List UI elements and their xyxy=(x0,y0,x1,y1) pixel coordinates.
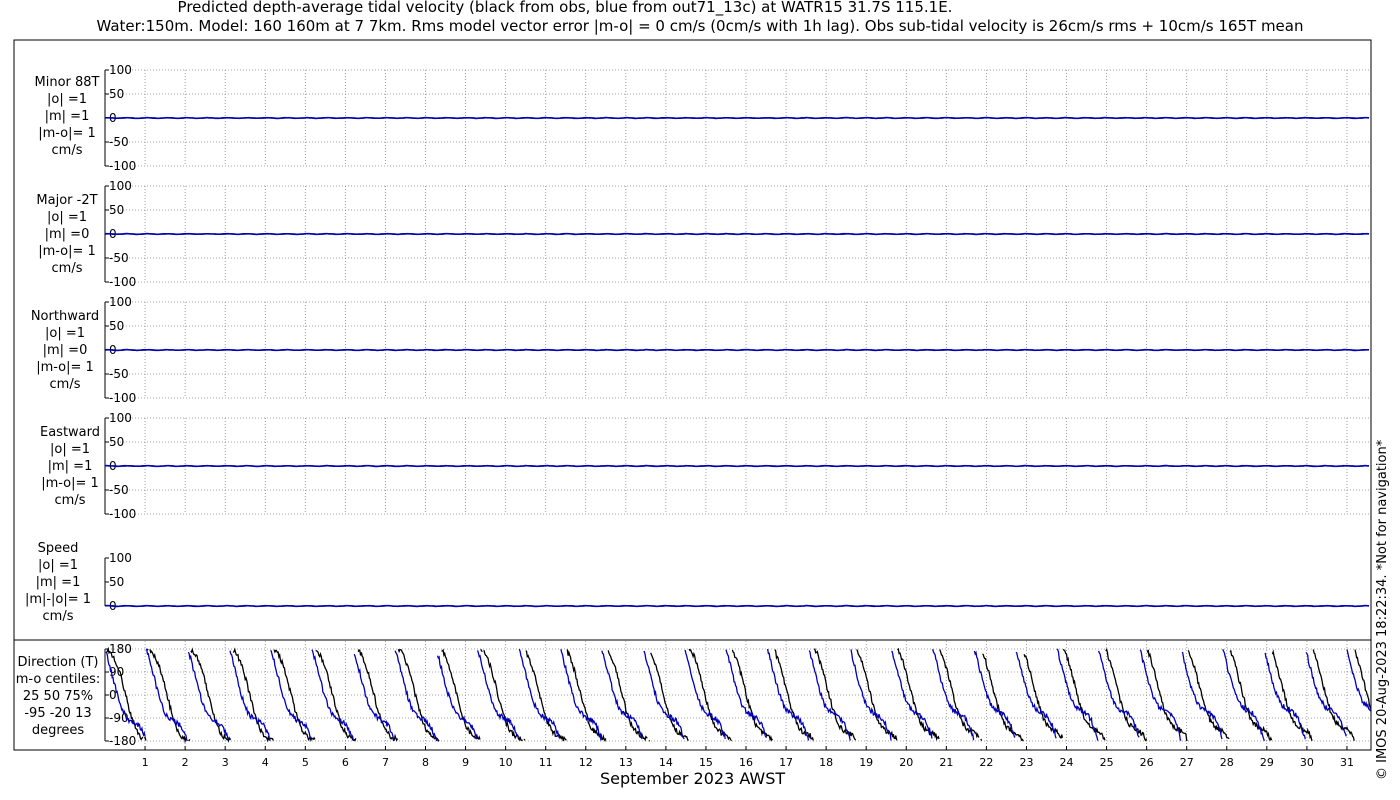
series-model-line xyxy=(104,464,1370,468)
x-tick-label: 4 xyxy=(262,756,269,769)
panel-label-line: |o| =1 xyxy=(49,442,90,457)
series-model-line xyxy=(104,604,1370,608)
x-tick-label: 23 xyxy=(1019,756,1033,769)
panel-label-line: cm/s xyxy=(49,377,81,392)
x-axis-label: September 2023 AWST xyxy=(600,769,786,788)
panel-label-line: |m-o|= 1 xyxy=(38,126,96,141)
outer-frame xyxy=(13,39,1372,751)
x-tick-label: 24 xyxy=(1060,756,1074,769)
panel-label-line: Major -2T xyxy=(36,193,98,208)
x-tick-label: 2 xyxy=(182,756,189,769)
chart-svg: 100500-50-100100500-50-100100500-50-1001… xyxy=(13,39,1372,769)
x-tick-label: 3 xyxy=(222,756,229,769)
series-obs-direction xyxy=(523,738,526,741)
panel-label-line: |o| =1 xyxy=(44,326,85,341)
panel-label-line: |m| =0 xyxy=(44,227,90,242)
panel-label-line: |m| =1 xyxy=(44,109,90,124)
panel-label-line: Minor 88T xyxy=(34,75,100,90)
series-obs-direction xyxy=(1312,649,1355,741)
y-tick-label: 100 xyxy=(109,411,132,425)
panel-label: Major -2T |o| =1 |m| =0 |m-o|= 1 cm/s xyxy=(7,192,127,277)
x-tick-label: 9 xyxy=(462,756,469,769)
panel-label-line: |m-o|= 1 xyxy=(41,476,99,491)
x-tick-label: 16 xyxy=(739,756,753,769)
panel-label: Direction (T) m-o centiles: 25 50 75% -95 -… xyxy=(0,654,118,739)
panel-label-line: cm/s xyxy=(54,493,86,508)
series-obs-direction xyxy=(315,649,357,742)
panel-label-line: Direction (T) xyxy=(17,655,99,670)
series-model-direction xyxy=(476,650,520,738)
x-tick-label: 17 xyxy=(779,756,793,769)
series-obs-direction xyxy=(480,649,483,653)
x-tick-label: 26 xyxy=(1140,756,1154,769)
series-obs-direction xyxy=(1354,649,1372,710)
x-tick-label: 12 xyxy=(579,756,593,769)
series-obs-direction xyxy=(980,738,983,741)
y-tick-label: -100 xyxy=(109,159,136,173)
x-tick-label: 20 xyxy=(899,756,913,769)
panel-label-line: |o| =1 xyxy=(46,210,87,225)
series-model-direction xyxy=(1305,652,1347,737)
x-tick-label: 25 xyxy=(1100,756,1114,769)
series-model-direction xyxy=(353,653,395,741)
panel-label-line: Speed xyxy=(37,541,79,556)
x-tick-label: 13 xyxy=(619,756,633,769)
x-tick-label: 6 xyxy=(342,756,349,769)
series-model-direction xyxy=(1346,649,1372,712)
series-model-direction xyxy=(808,650,851,741)
panel-label-line: |m| =0 xyxy=(42,343,88,358)
panel-label-line: cm/s xyxy=(42,609,74,624)
x-tick-label: 29 xyxy=(1260,756,1274,769)
panel-label: Eastward |o| =1 |m| =1 |m-o|= 1 cm/s xyxy=(10,424,130,509)
x-tick-label: 21 xyxy=(939,756,953,769)
y-tick-label: 100 xyxy=(109,179,132,193)
x-tick-label: 27 xyxy=(1180,756,1194,769)
x-tick-label: 7 xyxy=(382,756,389,769)
x-tick-label: 28 xyxy=(1220,756,1234,769)
y-tick-label: -100 xyxy=(109,275,136,289)
x-tick-label: 14 xyxy=(659,756,673,769)
panel-label-line: degrees xyxy=(31,723,85,738)
panel-label-line: |m|-|o|= 1 xyxy=(24,592,92,607)
panel-label-line: 25 50 75% xyxy=(22,689,94,704)
panel-label-line: Northward xyxy=(30,309,100,324)
x-tick-label: 11 xyxy=(539,756,553,769)
panel-label-line: -95 -20 13 xyxy=(24,706,92,721)
panel-label-line: cm/s xyxy=(51,143,83,158)
panel-label-line: |m-o|= 1 xyxy=(38,244,96,259)
x-tick-label: 5 xyxy=(302,756,309,769)
series-obs-direction xyxy=(188,738,191,742)
panel-label: Minor 88T |o| =1 |m| =1 |m-o|= 1 cm/s xyxy=(7,74,127,159)
panel-label-line: |m| =1 xyxy=(35,575,81,590)
x-tick-label: 10 xyxy=(499,756,513,769)
y-tick-label: 100 xyxy=(109,295,132,309)
x-tick-label: 18 xyxy=(819,756,833,769)
panel-label: Northward |o| =1 |m| =0 |m-o|= 1 cm/s xyxy=(5,308,125,393)
panel-label-line: cm/s xyxy=(51,261,83,276)
series-model-line xyxy=(104,116,1370,120)
series-obs-direction xyxy=(357,648,399,742)
x-tick-label: 30 xyxy=(1300,756,1314,769)
panel-label-line: |o| =1 xyxy=(37,558,78,573)
x-tick-label: 31 xyxy=(1340,756,1354,769)
x-tick-label: 22 xyxy=(979,756,993,769)
panel-label-line: |m-o|= 1 xyxy=(36,360,94,375)
x-tick-label: 19 xyxy=(859,756,873,769)
y-tick-label: -100 xyxy=(109,391,136,405)
panel-label-line: m-o centiles: xyxy=(15,672,101,687)
panel-label-line: |o| =1 xyxy=(46,92,87,107)
x-tick-label: 1 xyxy=(142,756,149,769)
panel-label-line: |m| =1 xyxy=(47,459,93,474)
series-obs-direction xyxy=(688,648,733,742)
panel-label-line: Eastward xyxy=(39,425,101,440)
series-model-line xyxy=(104,232,1370,236)
panel-label: Speed |o| =1 |m| =1 |m|-|o|= 1 cm/s xyxy=(0,540,118,625)
x-tick-label: 15 xyxy=(699,756,713,769)
y-tick-label: -100 xyxy=(109,507,136,521)
x-tick-label: 8 xyxy=(422,756,429,769)
copyright-footer: © IMOS 20-Aug-2023 18:22:34. *Not for na… xyxy=(1375,439,1390,780)
series-model-line xyxy=(104,348,1369,352)
